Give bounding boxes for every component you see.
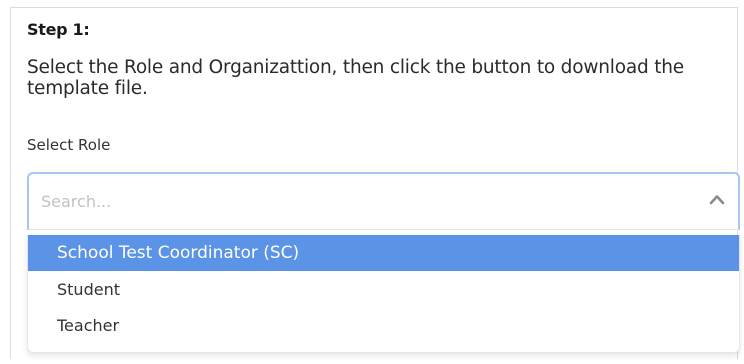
role-select[interactable]: [27, 172, 740, 230]
role-option-school-test-coordinator[interactable]: School Test Coordinator (SC): [28, 235, 739, 271]
step-instruction: Select the Role and Organizattion, then …: [27, 57, 684, 99]
select-role-label: Select Role: [27, 136, 111, 154]
role-option-teacher[interactable]: Teacher: [28, 308, 739, 344]
step-title: Step 1:: [27, 20, 90, 39]
role-dropdown-menu: School Test Coordinator (SC) Student Tea…: [27, 235, 740, 353]
role-option-student[interactable]: Student: [28, 272, 739, 308]
role-search-input[interactable]: [41, 186, 681, 216]
chevron-up-icon[interactable]: [708, 192, 726, 206]
